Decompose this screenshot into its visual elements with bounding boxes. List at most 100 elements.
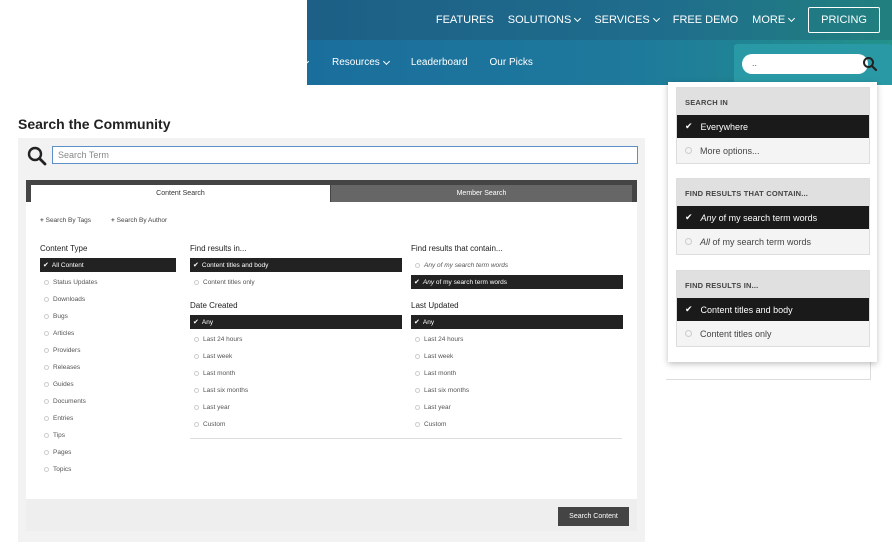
- header-search-area: ..: [734, 44, 892, 85]
- radio-icon: [194, 353, 199, 359]
- content-type-option[interactable]: Bugs: [44, 309, 68, 323]
- content-type-option[interactable]: Articles: [44, 326, 74, 340]
- date-created-option[interactable]: Last 24 hours: [194, 332, 242, 346]
- chevron-down-icon: [382, 57, 390, 65]
- tab-content-search[interactable]: Content Search: [31, 185, 330, 202]
- nav-features[interactable]: FEATURES: [436, 14, 494, 26]
- last-updated-selected[interactable]: ✔ Any: [411, 315, 623, 329]
- radio-icon: [44, 313, 49, 319]
- date-created-heading: Date Created: [190, 301, 238, 310]
- radio-icon: [415, 370, 420, 376]
- content-type-selected[interactable]: ✔ All Content: [40, 258, 176, 272]
- top-nav: FEATURES SOLUTIONS SERVICES FREE DEMO MO…: [422, 0, 880, 40]
- radio-icon: [44, 449, 49, 455]
- radio-icon: [44, 381, 49, 387]
- form-footer: Search Content: [26, 499, 637, 531]
- contain-section: FIND RESULTS THAT CONTAIN... ✔ Any of my …: [676, 178, 870, 255]
- find-in-heading: Find results in...: [190, 244, 247, 253]
- check-icon: ✔: [193, 262, 199, 269]
- nav-free-demo[interactable]: FREE DEMO: [673, 14, 738, 26]
- last-updated-option[interactable]: Last year: [415, 400, 451, 414]
- radio-icon: [44, 296, 49, 302]
- find-in-option[interactable]: Content titles only: [194, 275, 255, 289]
- contain-selected[interactable]: ✔ Any of my search term words: [411, 275, 623, 289]
- check-icon: ✔: [414, 279, 420, 286]
- pricing-button[interactable]: PRICING: [808, 7, 880, 33]
- check-icon: ✔: [685, 121, 693, 131]
- radio-icon: [685, 238, 692, 245]
- last-updated-option[interactable]: Custom: [415, 417, 446, 431]
- find-in-titles-body[interactable]: ✔ Content titles and body: [677, 298, 869, 321]
- date-created-option[interactable]: Last month: [194, 366, 235, 380]
- content-type-option[interactable]: Entries: [44, 411, 73, 425]
- search-options-dropdown: SEARCH IN ✔ Everywhere More options... FI…: [668, 82, 877, 362]
- radio-icon: [194, 387, 199, 393]
- date-created-option[interactable]: Last week: [194, 349, 232, 363]
- radio-icon: [44, 415, 49, 421]
- content-type-option[interactable]: Releases: [44, 360, 80, 374]
- radio-icon: [44, 432, 49, 438]
- page-title: Search the Community: [18, 116, 171, 132]
- content-type-option[interactable]: Tips: [44, 428, 65, 442]
- search-by-author-link[interactable]: + Search By Author: [111, 217, 177, 224]
- tab-member-search[interactable]: Member Search: [331, 185, 632, 202]
- content-type-option[interactable]: Status Updates: [44, 275, 97, 289]
- last-updated-option[interactable]: Last six months: [415, 383, 469, 397]
- nav-solutions[interactable]: SOLUTIONS: [508, 14, 582, 26]
- radio-icon: [44, 398, 49, 404]
- community-nav: Resources Leaderboard Our Picks ..: [301, 40, 892, 85]
- chevron-down-icon: [574, 14, 582, 23]
- radio-icon: [44, 364, 49, 370]
- search-in-everywhere[interactable]: ✔ Everywhere: [677, 115, 869, 138]
- search-term-input[interactable]: Search Term: [52, 146, 638, 164]
- contain-all-option[interactable]: All of my search term words: [677, 229, 869, 254]
- content-type-option[interactable]: Pages: [44, 445, 71, 459]
- date-created-option[interactable]: Last year: [194, 400, 230, 414]
- radio-icon: [415, 404, 420, 410]
- search-content-button[interactable]: Search Content: [558, 507, 629, 526]
- radio-icon: [415, 262, 420, 268]
- last-updated-option[interactable]: Last month: [415, 366, 456, 380]
- content-type-option[interactable]: Documents: [44, 394, 86, 408]
- check-icon: ✔: [193, 319, 199, 326]
- find-in-selected[interactable]: ✔ Content titles and body: [190, 258, 402, 272]
- contain-any-option[interactable]: ✔ Any of my search term words: [677, 206, 869, 229]
- chevron-down-icon: [652, 14, 660, 23]
- search-in-more-options[interactable]: More options...: [677, 138, 869, 163]
- search-in-section: SEARCH IN ✔ Everywhere More options...: [676, 87, 870, 164]
- radio-icon: [44, 330, 49, 336]
- contain-option[interactable]: Any of my search term words: [415, 258, 508, 272]
- content-type-option[interactable]: Guides: [44, 377, 74, 391]
- date-created-option[interactable]: Last six months: [194, 383, 248, 397]
- radio-icon: [44, 466, 49, 472]
- header-search-input[interactable]: ..: [742, 54, 868, 74]
- content-type-option[interactable]: Topics: [44, 462, 71, 476]
- chevron-down-icon[interactable]: [301, 57, 310, 65]
- last-updated-option[interactable]: Last 24 hours: [415, 332, 463, 346]
- nav-more[interactable]: MORE: [752, 14, 796, 26]
- radio-icon: [194, 279, 199, 285]
- chevron-down-icon: [788, 14, 796, 23]
- content-type-option[interactable]: Downloads: [44, 292, 85, 306]
- nav-leaderboard[interactable]: Leaderboard: [411, 57, 468, 68]
- last-updated-heading: Last Updated: [411, 301, 459, 310]
- search-panel: Search Term Content Search Member Search…: [18, 138, 645, 542]
- search-tabs: Content Search Member Search: [26, 180, 637, 202]
- page-root: FEATURES SOLUTIONS SERVICES FREE DEMO MO…: [0, 0, 892, 556]
- tag-author-links: + Search By Tags + Search By Author: [40, 217, 187, 224]
- nav-resources[interactable]: Resources: [332, 57, 390, 68]
- nav-our-picks[interactable]: Our Picks: [490, 57, 533, 68]
- content-type-option[interactable]: Providers: [44, 343, 80, 357]
- date-created-selected[interactable]: ✔ Any: [190, 315, 402, 329]
- radio-icon: [194, 421, 199, 427]
- search-by-tags-link[interactable]: + Search By Tags: [40, 217, 101, 224]
- last-updated-option[interactable]: Last week: [415, 349, 453, 363]
- search-icon[interactable]: [862, 56, 878, 72]
- find-in-titles-only[interactable]: Content titles only: [677, 321, 869, 346]
- top-header: FEATURES SOLUTIONS SERVICES FREE DEMO MO…: [307, 0, 892, 40]
- nav-services[interactable]: SERVICES: [594, 14, 660, 26]
- radio-icon: [194, 404, 199, 410]
- check-icon: ✔: [685, 212, 693, 222]
- radio-icon: [415, 353, 420, 359]
- date-created-option[interactable]: Custom: [194, 417, 225, 431]
